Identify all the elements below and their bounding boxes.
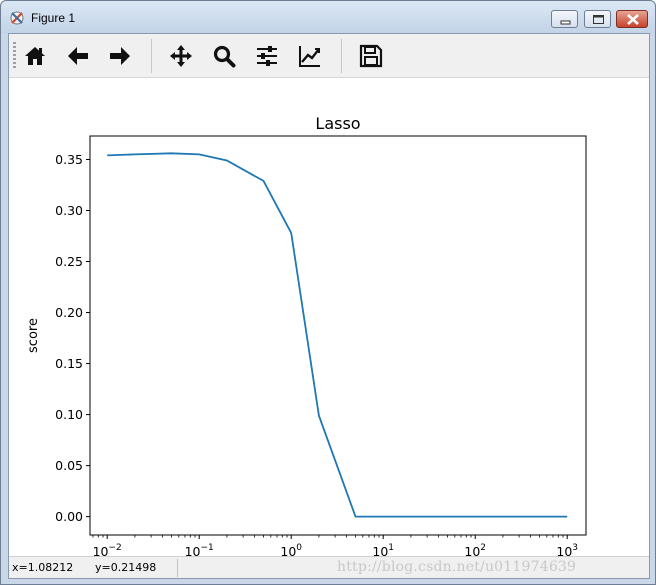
x-tick-label: 103: [556, 543, 578, 556]
figure-window: Figure 1 0.00 0.05 0.10 0.15 0.20 0.25 0…: [0, 0, 656, 585]
y-tick-label: 0.00: [55, 509, 83, 524]
x-tick-label: 100: [280, 543, 302, 556]
series-line: [107, 152, 568, 518]
figure-canvas[interactable]: 0.00 0.05 0.10 0.15 0.20 0.25 0.30 0.35 10−2 10−…: [9, 79, 649, 584]
close-icon: [627, 14, 639, 25]
cursor-y-readout: y=0.21498: [95, 561, 157, 574]
title-bar[interactable]: Figure 1: [1, 1, 655, 33]
toolbar-grip[interactable]: [13, 42, 16, 70]
lasso-plot[interactable]: 0.00 0.05 0.10 0.15 0.20 0.25 0.30 0.35 10−2 10−…: [9, 79, 649, 584]
edit-axis-icon: [299, 46, 320, 67]
forward-icon: [110, 47, 130, 65]
axes-frame: [89, 135, 587, 536]
back-icon: [68, 47, 88, 65]
y-tick-label: 0.25: [55, 254, 83, 269]
pan-icon: [170, 45, 192, 67]
x-tick-label: 10−1: [185, 543, 214, 556]
navigation-toolbar: [9, 34, 649, 78]
close-button[interactable]: [616, 10, 648, 28]
y-tick-label: 0.35: [55, 152, 83, 167]
y-tick-label: 0.05: [55, 458, 83, 473]
forward-button[interactable]: [104, 40, 136, 72]
window-title: Figure 1: [31, 11, 76, 25]
save-button[interactable]: [355, 40, 387, 72]
x-tick-label: 102: [464, 543, 486, 556]
home-icon: [25, 47, 45, 65]
status-separator: [177, 559, 178, 577]
y-tick-label: 0.20: [55, 305, 83, 320]
y-tick-label: 0.30: [55, 203, 83, 218]
subplots-icon: [257, 46, 277, 66]
minimize-icon: [560, 20, 571, 25]
toolbar-separator: [341, 39, 342, 73]
chart-title: Lasso: [315, 114, 360, 133]
maximize-button[interactable]: [584, 10, 611, 28]
status-bar: x=1.08212 y=0.21498 http://blog.csdn.net…: [9, 556, 649, 578]
home-button[interactable]: [19, 40, 51, 72]
app-icon: [10, 11, 24, 25]
zoom-button[interactable]: [208, 40, 240, 72]
zoom-icon: [213, 45, 236, 68]
y-tick-label: 0.10: [55, 407, 83, 422]
maximize-icon: [593, 15, 604, 24]
save-icon: [359, 44, 383, 68]
y-axis-label: score: [26, 318, 41, 353]
back-button[interactable]: [62, 40, 94, 72]
watermark-text: http://blog.csdn.net/u011974639: [337, 559, 577, 575]
subplots-button[interactable]: [251, 40, 283, 72]
x-tick-label: 10−2: [93, 543, 122, 556]
x-tick-label: 101: [372, 543, 394, 556]
pan-button[interactable]: [165, 40, 197, 72]
minimize-button[interactable]: [551, 10, 578, 28]
edit-axis-button[interactable]: [294, 40, 326, 72]
y-tick-label: 0.15: [55, 356, 83, 371]
client-area: 0.00 0.05 0.10 0.15 0.20 0.25 0.30 0.35 10−2 10−…: [8, 33, 650, 584]
cursor-x-readout: x=1.08212: [12, 561, 74, 574]
toolbar-separator: [151, 39, 152, 73]
